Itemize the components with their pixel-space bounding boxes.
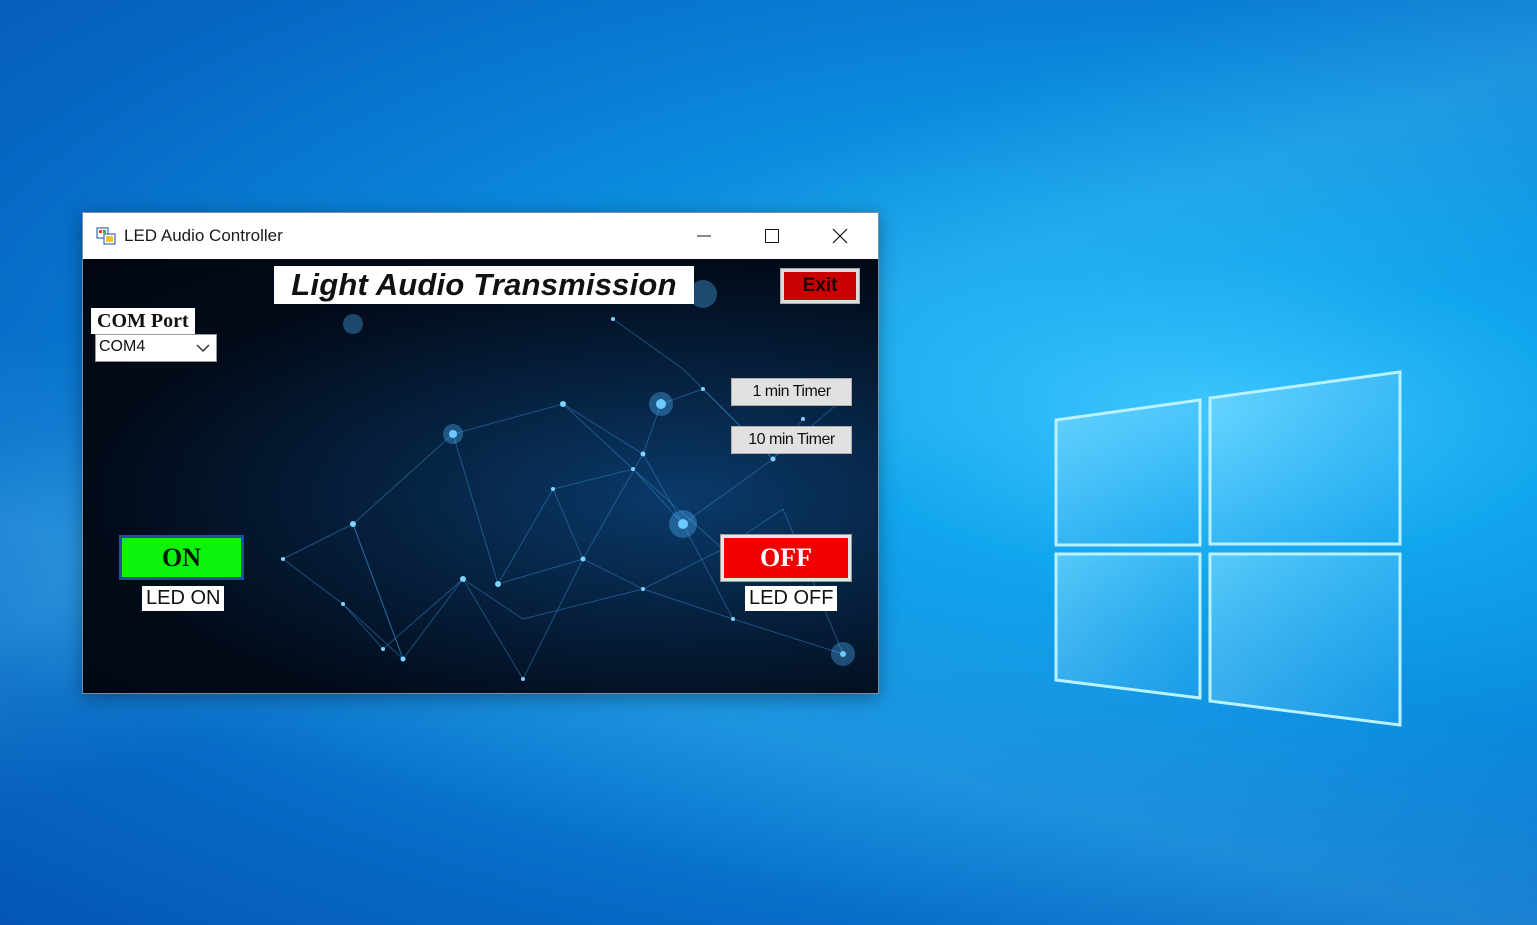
exit-button[interactable]: Exit xyxy=(780,268,860,304)
minimize-button[interactable] xyxy=(670,213,738,259)
windows-logo xyxy=(1054,370,1402,727)
com-port-select[interactable]: COM4 xyxy=(95,334,217,362)
on-button-label: ON xyxy=(122,538,241,577)
maximize-icon xyxy=(765,229,779,243)
app-icon xyxy=(96,227,116,245)
on-button[interactable]: ON xyxy=(119,535,244,580)
chevron-down-icon[interactable] xyxy=(196,342,210,354)
off-button[interactable]: OFF xyxy=(720,534,852,582)
close-button[interactable] xyxy=(806,213,874,259)
title-bar[interactable]: LED Audio Controller xyxy=(83,213,878,259)
app-heading: Light Audio Transmission xyxy=(274,266,694,304)
led-on-status-label: LED ON xyxy=(142,586,225,611)
com-port-value: COM4 xyxy=(99,338,146,355)
one-min-timer-button[interactable]: 1 min Timer xyxy=(731,378,852,406)
window-title: LED Audio Controller xyxy=(124,226,283,245)
led-off-status-label: LED OFF xyxy=(745,586,838,611)
com-port-label: COM Port xyxy=(91,308,195,334)
client-area: Light Audio Transmission Exit COM Port C… xyxy=(83,259,878,693)
ten-min-timer-button[interactable]: 10 min Timer xyxy=(731,426,852,454)
minimize-icon xyxy=(697,235,711,237)
network-background-image xyxy=(281,280,855,681)
close-icon xyxy=(832,228,848,244)
app-window: LED Audio Controller Light Audio Transmi… xyxy=(82,212,879,694)
exit-button-label: Exit xyxy=(784,272,856,300)
off-button-label: OFF xyxy=(724,538,848,578)
maximize-button[interactable] xyxy=(738,213,806,259)
